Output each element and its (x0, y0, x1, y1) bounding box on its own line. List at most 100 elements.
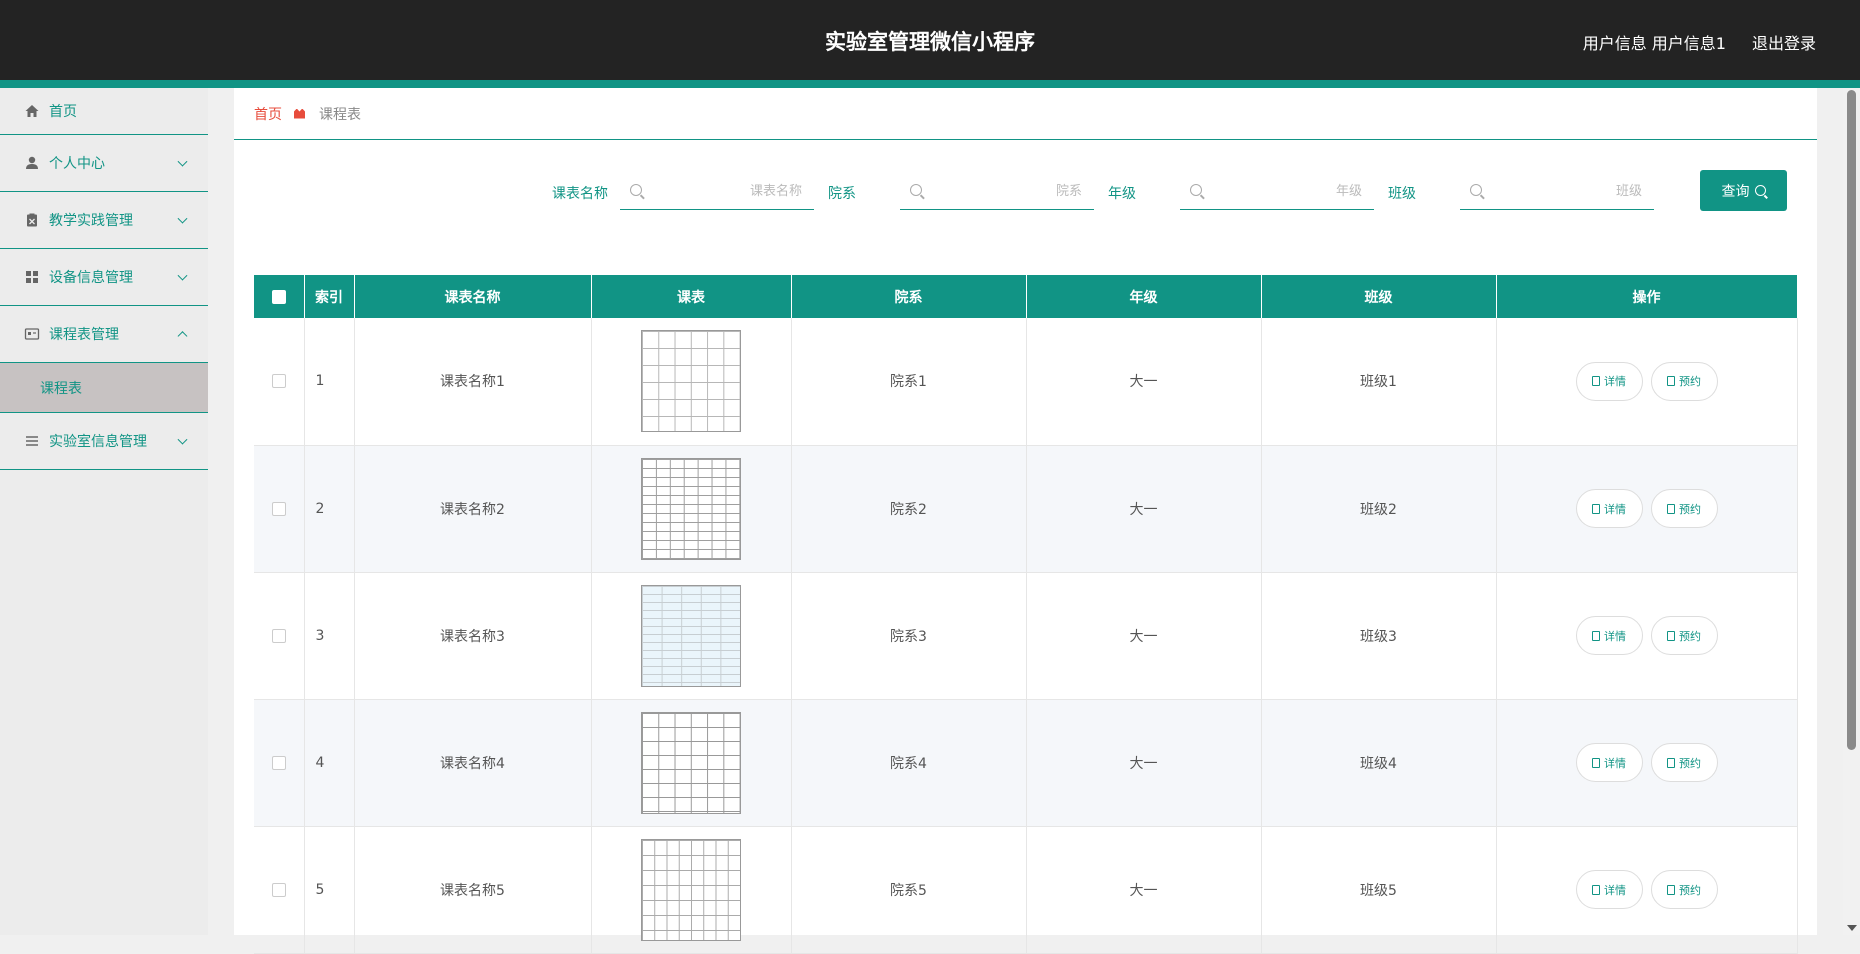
scroll-down-arrow-icon[interactable] (1847, 925, 1857, 931)
document-icon (1592, 757, 1600, 768)
schedule-thumbnail[interactable] (641, 584, 741, 687)
row-checkbox[interactable] (271, 374, 286, 389)
search-label-schedule-name: 课表名称 (552, 186, 608, 202)
sidebar-item-teaching-practice[interactable]: 教学实践管理 (0, 192, 208, 249)
reserve-button-label: 预约 (1679, 375, 1701, 389)
sidebar-item-label: 首页 (49, 104, 77, 120)
row-class: 班级5 (1261, 826, 1497, 954)
row-grade: 大一 (1026, 572, 1262, 700)
row-schedule-name: 课表名称2 (354, 445, 592, 573)
document-icon (1667, 630, 1675, 641)
schedule-table: 索引 课表名称 课表 院系 年级 班级 操作 1 课表名称1 院系1 大一 班级… (254, 275, 1798, 954)
sidebar-item-label: 设备信息管理 (49, 270, 133, 286)
search-icon (1754, 185, 1766, 196)
table-header-row: 索引 课表名称 课表 院系 年级 班级 操作 (254, 275, 1798, 318)
reserve-button[interactable]: 预约 (1650, 361, 1718, 401)
document-icon (1667, 503, 1675, 514)
app-title: 实验室管理微信小程序 (825, 30, 1035, 54)
sidebar-item-label: 个人中心 (49, 156, 105, 172)
row-schedule-cell (591, 826, 792, 954)
row-actions: 详情 预约 (1496, 826, 1798, 954)
row-schedule-cell (591, 318, 792, 446)
search-icon (1470, 184, 1482, 196)
detail-button-label: 详情 (1604, 629, 1626, 643)
row-schedule-name: 课表名称1 (354, 318, 592, 446)
row-schedule-cell (591, 699, 792, 827)
schedule-thumbnail[interactable] (641, 330, 741, 433)
row-checkbox[interactable] (271, 755, 286, 770)
row-actions: 详情 预约 (1496, 445, 1798, 573)
row-select-cell (254, 445, 305, 573)
detail-button[interactable]: 详情 (1575, 361, 1643, 401)
search-input-schedule-name[interactable] (650, 180, 802, 202)
sidebar-item-lab-info[interactable]: 实验室信息管理 (0, 413, 208, 470)
header-schedule: 课表 (591, 275, 792, 318)
query-button[interactable]: 查询 (1700, 170, 1787, 211)
row-index: 1 (304, 318, 355, 446)
detail-button[interactable]: 详情 (1575, 743, 1643, 782)
sidebar-subitem-label: 课程表 (40, 380, 82, 397)
schedule-thumbnail[interactable] (641, 457, 741, 560)
schedule-thumbnail[interactable] (641, 711, 741, 814)
chevron-down-icon (177, 156, 188, 167)
clipboard-icon (27, 213, 37, 227)
schedule-thumbnail[interactable] (641, 838, 741, 941)
reserve-button[interactable]: 预约 (1650, 743, 1718, 782)
search-field-grade[interactable] (1180, 172, 1374, 210)
sidebar-item-label: 课程表管理 (49, 327, 119, 343)
search-input-grade[interactable] (1210, 180, 1362, 202)
reserve-button-label: 预约 (1679, 756, 1701, 770)
row-grade: 大一 (1026, 699, 1262, 827)
search-field-department[interactable] (900, 172, 1094, 210)
document-icon (1592, 503, 1600, 514)
row-index: 5 (304, 826, 355, 954)
reserve-button[interactable]: 预约 (1650, 870, 1718, 909)
row-checkbox[interactable] (271, 501, 286, 516)
list-icon (26, 436, 38, 446)
detail-button[interactable]: 详情 (1575, 870, 1643, 909)
table-row: 5 课表名称5 院系5 大一 班级5 详情 预约 (254, 826, 1798, 954)
detail-button[interactable]: 详情 (1575, 489, 1643, 528)
search-input-class[interactable] (1490, 180, 1642, 202)
header-accent-bar (0, 80, 1860, 88)
search-input-department[interactable] (930, 180, 1082, 202)
page-scrollbar[interactable] (1843, 88, 1860, 935)
detail-button[interactable]: 详情 (1575, 616, 1643, 655)
search-icon (630, 184, 642, 196)
sidebar-subitem-schedule[interactable]: 课程表 (0, 363, 208, 413)
chevron-down-icon (177, 270, 188, 281)
row-schedule-name: 课表名称5 (354, 826, 592, 954)
row-checkbox[interactable] (271, 882, 286, 897)
detail-button-label: 详情 (1604, 756, 1626, 770)
select-all-checkbox[interactable] (271, 289, 286, 304)
chevron-down-icon (177, 213, 188, 224)
row-department: 院系2 (791, 445, 1027, 573)
logout-link[interactable]: 退出登录 (1752, 30, 1816, 54)
scrollbar-thumb[interactable] (1847, 90, 1856, 750)
row-index: 2 (304, 445, 355, 573)
row-department: 院系4 (791, 699, 1027, 827)
sidebar-item-schedule-management[interactable]: 课程表管理 (0, 306, 208, 363)
sidebar-item-personal-center[interactable]: 个人中心 (0, 135, 208, 192)
reserve-button[interactable]: 预约 (1650, 616, 1718, 655)
sidebar-item-home[interactable]: 首页 (0, 88, 208, 135)
row-select-cell (254, 572, 305, 700)
sidebar: 首页 个人中心 教学实践管理 设备信息管理 课程表管理 课程表 实验室信息管理 (0, 88, 208, 935)
reserve-button[interactable]: 预约 (1650, 489, 1718, 528)
document-icon (1592, 376, 1600, 387)
detail-button-label: 详情 (1604, 502, 1626, 516)
header-index: 索引 (304, 275, 355, 318)
crown-icon (294, 108, 305, 119)
detail-button-label: 详情 (1604, 375, 1626, 389)
row-schedule-cell (591, 572, 792, 700)
table-row: 4 课表名称4 院系4 大一 班级4 详情 预约 (254, 699, 1798, 827)
user-info-link[interactable]: 用户信息 用户信息1 (1583, 30, 1726, 54)
search-field-class[interactable] (1460, 172, 1654, 210)
row-index: 4 (304, 699, 355, 827)
search-field-schedule-name[interactable] (620, 172, 814, 210)
breadcrumb-home[interactable]: 首页 (254, 104, 282, 124)
sidebar-item-device-info[interactable]: 设备信息管理 (0, 249, 208, 306)
row-department: 院系1 (791, 318, 1027, 446)
row-checkbox[interactable] (271, 628, 286, 643)
query-button-label: 查询 (1721, 182, 1750, 199)
